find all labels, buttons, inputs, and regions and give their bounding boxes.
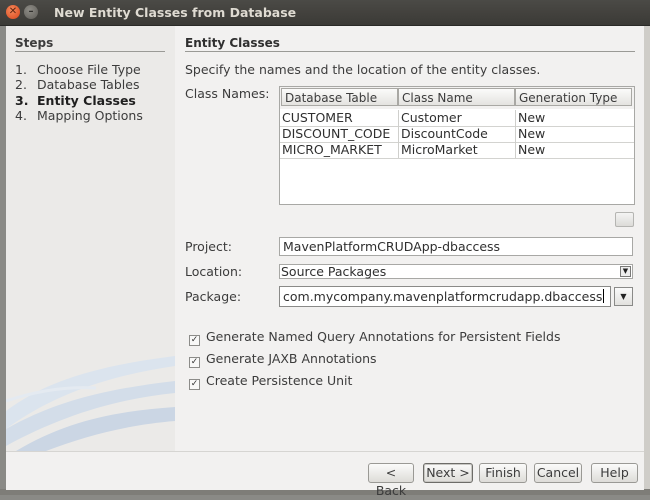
table-cell: Customer	[398, 110, 515, 126]
steps-title: Steps	[15, 36, 54, 50]
title-bar: ✕ – New Entity Classes from Database	[0, 0, 650, 26]
table-cell: CUSTOMER	[282, 110, 353, 125]
table-row[interactable]: MICRO_MARKET MicroMarket New	[280, 142, 634, 159]
table-cell: New	[515, 110, 634, 126]
location-label: Location:	[185, 264, 243, 279]
cancel-button[interactable]: Cancel	[534, 463, 582, 483]
project-label: Project:	[185, 239, 232, 254]
class-names-label: Class Names:	[185, 86, 270, 101]
column-header-database-table[interactable]: Database Table	[281, 88, 398, 106]
column-header-class-name[interactable]: Class Name	[398, 88, 515, 106]
description-text: Specify the names and the location of th…	[185, 62, 541, 77]
option-named-query-annotations[interactable]: ✓ Generate Named Query Annotations for Pe…	[189, 329, 560, 346]
class-names-table[interactable]: Database Table Class Name Generation Typ…	[279, 86, 635, 205]
back-button[interactable]: < Back	[368, 463, 414, 498]
package-dropdown-button[interactable]: ▼	[614, 287, 633, 306]
location-select-value: Source Packages	[281, 264, 387, 279]
help-button[interactable]: Help	[591, 463, 638, 483]
section-title: Entity Classes	[185, 36, 280, 50]
window-title: New Entity Classes from Database	[54, 5, 297, 20]
table-cell: MICRO_MARKET	[282, 142, 382, 157]
table-header: Database Table Class Name Generation Typ…	[280, 87, 634, 109]
table-row[interactable]: CUSTOMER Customer New	[280, 110, 634, 127]
checkbox-checked[interactable]: ✓	[189, 335, 200, 346]
table-cell: DISCOUNT_CODE	[282, 126, 391, 141]
column-header-generation-type[interactable]: Generation Type	[515, 88, 632, 106]
table-cell: MicroMarket	[398, 142, 515, 158]
wizard-dialog: Steps 1. Choose File Type 2. Database Tabl…	[6, 26, 644, 498]
text-caret	[603, 289, 605, 303]
steps-panel: Steps 1. Choose File Type 2. Database Tabl…	[6, 26, 175, 451]
package-input-value: com.mycompany.mavenplatformcrudapp.dbacc…	[283, 289, 603, 304]
chevron-down-icon: ▼	[620, 292, 627, 301]
background-window-edge	[644, 26, 650, 495]
divider	[15, 51, 165, 52]
button-bar: < Back Next > Finish Cancel Help	[6, 451, 644, 498]
table-cell: New	[515, 142, 634, 158]
minimize-icon[interactable]: –	[24, 5, 38, 19]
finish-button[interactable]: Finish	[479, 463, 527, 483]
content-panel: Entity Classes Specify the names and the…	[185, 26, 639, 451]
table-cell: DiscountCode	[398, 126, 515, 142]
table-cell: New	[515, 126, 634, 142]
option-jaxb-annotations[interactable]: ✓ Generate JAXB Annotations	[189, 351, 377, 368]
divider	[185, 51, 635, 52]
close-icon[interactable]: ✕	[6, 5, 20, 19]
checkbox-checked[interactable]: ✓	[189, 357, 200, 368]
next-button[interactable]: Next >	[423, 463, 473, 483]
step-mapping-options: 4. Mapping Options	[15, 108, 143, 123]
table-row[interactable]: DISCOUNT_CODE DiscountCode New	[280, 126, 634, 143]
step-choose-file-type: 1. Choose File Type	[15, 62, 141, 77]
table-options-button[interactable]	[615, 212, 634, 227]
location-select[interactable]: Source Packages ▼	[279, 264, 633, 279]
option-create-persistence-unit[interactable]: ✓ Create Persistence Unit	[189, 373, 352, 390]
checkbox-checked[interactable]: ✓	[189, 379, 200, 390]
package-input[interactable]: com.mycompany.mavenplatformcrudapp.dbacc…	[279, 286, 611, 307]
project-field[interactable]: MavenPlatformCRUDApp-dbaccess	[279, 237, 633, 256]
package-label: Package:	[185, 289, 242, 304]
step-entity-classes: 3. Entity Classes	[15, 93, 136, 108]
step-database-tables: 2. Database Tables	[15, 77, 140, 92]
decorative-swirl-image	[6, 356, 175, 451]
chevron-down-icon[interactable]: ▼	[620, 266, 631, 277]
